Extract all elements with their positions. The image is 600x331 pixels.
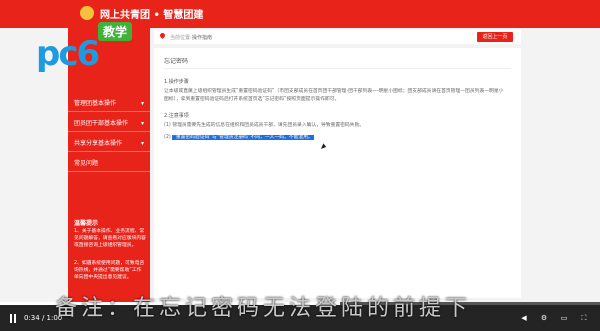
pc6-tag: 教学	[98, 22, 133, 41]
chevron-down-icon: ▾	[140, 100, 144, 107]
breadcrumb: 当前位置: 操作指南 返回上一页	[154, 30, 521, 44]
steps-paragraph: 让本级或直属上级组织管理员生成“重置密码验证码”（市团支部成员在首页团干部管理-…	[164, 89, 504, 102]
pc6-watermark: pc6 教学	[36, 22, 146, 84]
video-subtitle: 备注：在忘记密码无法登陆的前提下	[55, 296, 472, 321]
divider	[164, 68, 511, 69]
sidebar-item-label: 共享分享基本操作	[74, 140, 123, 147]
youth-league-emblem-icon	[80, 6, 94, 20]
tips-note-2: 2、如遇系统使用问题，可致电咨询热线，并通过“需要帮助”工作单向团中央提出意见建…	[74, 261, 145, 280]
fullscreen-icon[interactable]: ⛶	[580, 314, 588, 322]
main-content: 当前位置: 操作指南 返回上一页 忘记密码 1.操作步骤 让本级或直属上级组织管…	[150, 28, 525, 302]
page-title: 忘记密码	[164, 58, 189, 65]
tips-note-1: 1、关于基本操作、业务流程、常见问题解答，请查看对应版块内容或直接咨询上级组织管…	[74, 229, 146, 248]
right-background	[525, 28, 600, 302]
tips-title: 温馨提示	[74, 220, 99, 227]
chevron-down-icon: ▾	[140, 120, 144, 127]
picture-in-picture-icon[interactable]: ▭	[560, 314, 568, 322]
settings-gear-icon[interactable]: ⚙	[540, 314, 548, 322]
pause-icon[interactable]	[10, 314, 16, 323]
selected-text: “重置密码验证码”与“管理员注册码”不同，一人一码，不能混用。	[172, 135, 314, 140]
sidebar-item-member-ops[interactable]: 团员团干部基本操作 ▾	[68, 116, 150, 132]
sidebar-item-label: 常见问题	[74, 160, 99, 167]
sidebar-item-share-ops[interactable]: 共享分享基本操作 ▾	[68, 136, 150, 152]
section-heading-notes: 2.注意事项	[164, 113, 189, 119]
note-item-1: (1) 管理员需要先生成的信息在组织和团员成员干部，请先团员录入确认，导致重置密…	[164, 123, 365, 128]
article-card: 忘记密码 1.操作步骤 让本级或直属上级组织管理员生成“重置密码验证码”（市团支…	[154, 48, 521, 298]
section-heading-steps: 1.操作步骤	[164, 79, 189, 85]
location-pin-icon	[158, 31, 167, 40]
volume-icon[interactable]: ◀	[520, 314, 528, 322]
breadcrumb-link[interactable]: 操作指南	[192, 34, 212, 41]
note-prefix: (2)	[164, 135, 171, 140]
sidebar-item-label: 管理团基本操作	[74, 100, 117, 107]
back-button[interactable]: 返回上一页	[477, 32, 513, 42]
video-frame: 网上共青团 • 智慧团建 管理团基本操作 ▾ 团员团干部基本操作 ▾ 共享分享基本操…	[0, 0, 600, 331]
brand-title: 网上共青团 • 智慧团建	[100, 10, 204, 21]
chevron-down-icon: ▾	[140, 140, 144, 147]
breadcrumb-label: 当前位置:	[170, 35, 192, 41]
note-item-2: (2) “重置密码验证码”与“管理员注册码”不同，一人一码，不能混用。	[164, 134, 504, 142]
sidebar-item-org-ops[interactable]: 管理团基本操作 ▾	[68, 96, 150, 112]
sidebar-item-label: 团员团干部基本操作	[74, 120, 129, 127]
sidebar-item-faq[interactable]: 常见问题	[68, 156, 150, 172]
pc6-logo: pc6	[36, 34, 100, 74]
